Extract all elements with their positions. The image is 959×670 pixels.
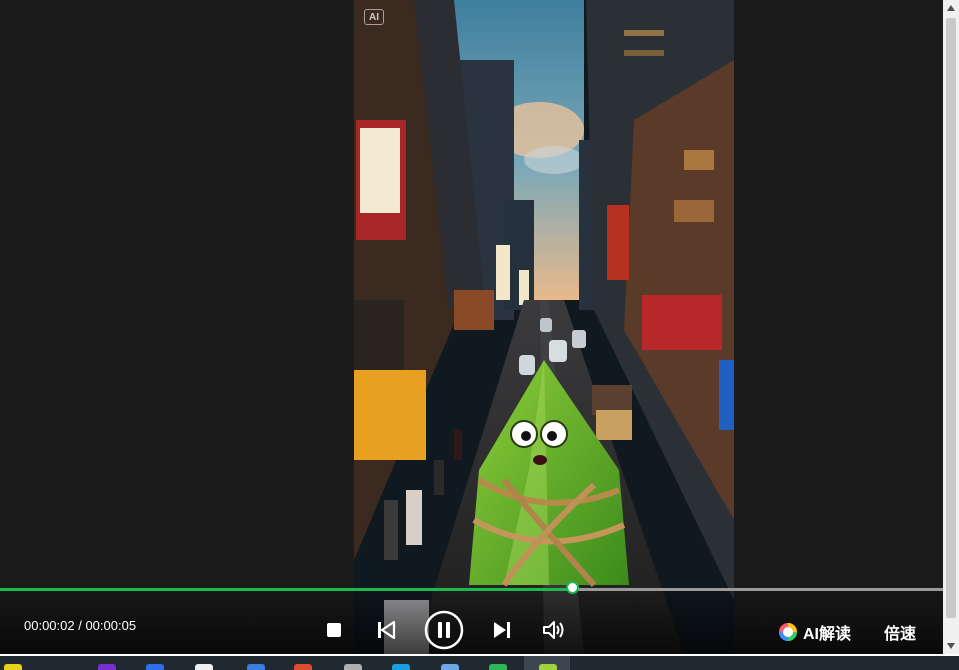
- skip-previous-icon: [378, 620, 396, 640]
- current-time: 00:00:02: [24, 618, 75, 633]
- taskbar-app-icon[interactable]: [344, 664, 362, 670]
- scroll-thumb[interactable]: [946, 18, 956, 618]
- video-scene-image: [354, 0, 734, 654]
- taskbar-app-icon[interactable]: [489, 664, 507, 670]
- video-frame[interactable]: [354, 0, 734, 654]
- skip-next-button[interactable]: [490, 618, 514, 642]
- taskbar-app-icon[interactable]: [247, 664, 265, 670]
- scroll-up-arrow[interactable]: [943, 0, 959, 16]
- time-display: 00:00:02 / 00:00:05: [24, 618, 136, 633]
- skip-previous-button[interactable]: [374, 618, 398, 642]
- stop-button[interactable]: [324, 620, 344, 640]
- stop-icon: [327, 623, 341, 637]
- ai-logo-icon: [779, 623, 797, 641]
- taskbar-app-icon[interactable]: [441, 664, 459, 670]
- volume-button[interactable]: [541, 618, 567, 642]
- taskbar-app-icon[interactable]: [294, 664, 312, 670]
- playback-speed-button[interactable]: 倍速: [884, 620, 916, 644]
- taskbar-app-icon[interactable]: [539, 664, 557, 670]
- ai-interpret-label: AI解读: [803, 626, 852, 643]
- progress-bar[interactable]: [0, 581, 943, 594]
- ai-generated-badge: AI: [364, 9, 384, 25]
- ai-interpret-button[interactable]: AI解读: [778, 620, 851, 644]
- taskbar-app-icon[interactable]: [146, 664, 164, 670]
- taskbar-app-icon[interactable]: [4, 664, 22, 670]
- pause-button[interactable]: [424, 610, 464, 650]
- total-duration: 00:00:05: [85, 618, 137, 633]
- scroll-down-arrow[interactable]: [943, 638, 959, 654]
- video-player[interactable]: AI 00:00:02 / 00:00:05 AI解读 倍速: [0, 0, 943, 654]
- volume-icon: [543, 621, 564, 639]
- taskbar-app-icon[interactable]: [392, 664, 410, 670]
- taskbar: [0, 654, 959, 670]
- chevron-up-icon: [947, 5, 955, 11]
- progress-handle[interactable]: [566, 581, 579, 594]
- skip-next-icon: [494, 622, 510, 638]
- taskbar-app-icon[interactable]: [98, 664, 116, 670]
- taskbar-app-icon[interactable]: [195, 664, 213, 670]
- chevron-down-icon: [947, 643, 955, 649]
- vertical-scrollbar[interactable]: [943, 0, 959, 654]
- progress-fill: [0, 588, 573, 591]
- time-separator: /: [74, 618, 86, 633]
- pause-icon: [424, 610, 464, 650]
